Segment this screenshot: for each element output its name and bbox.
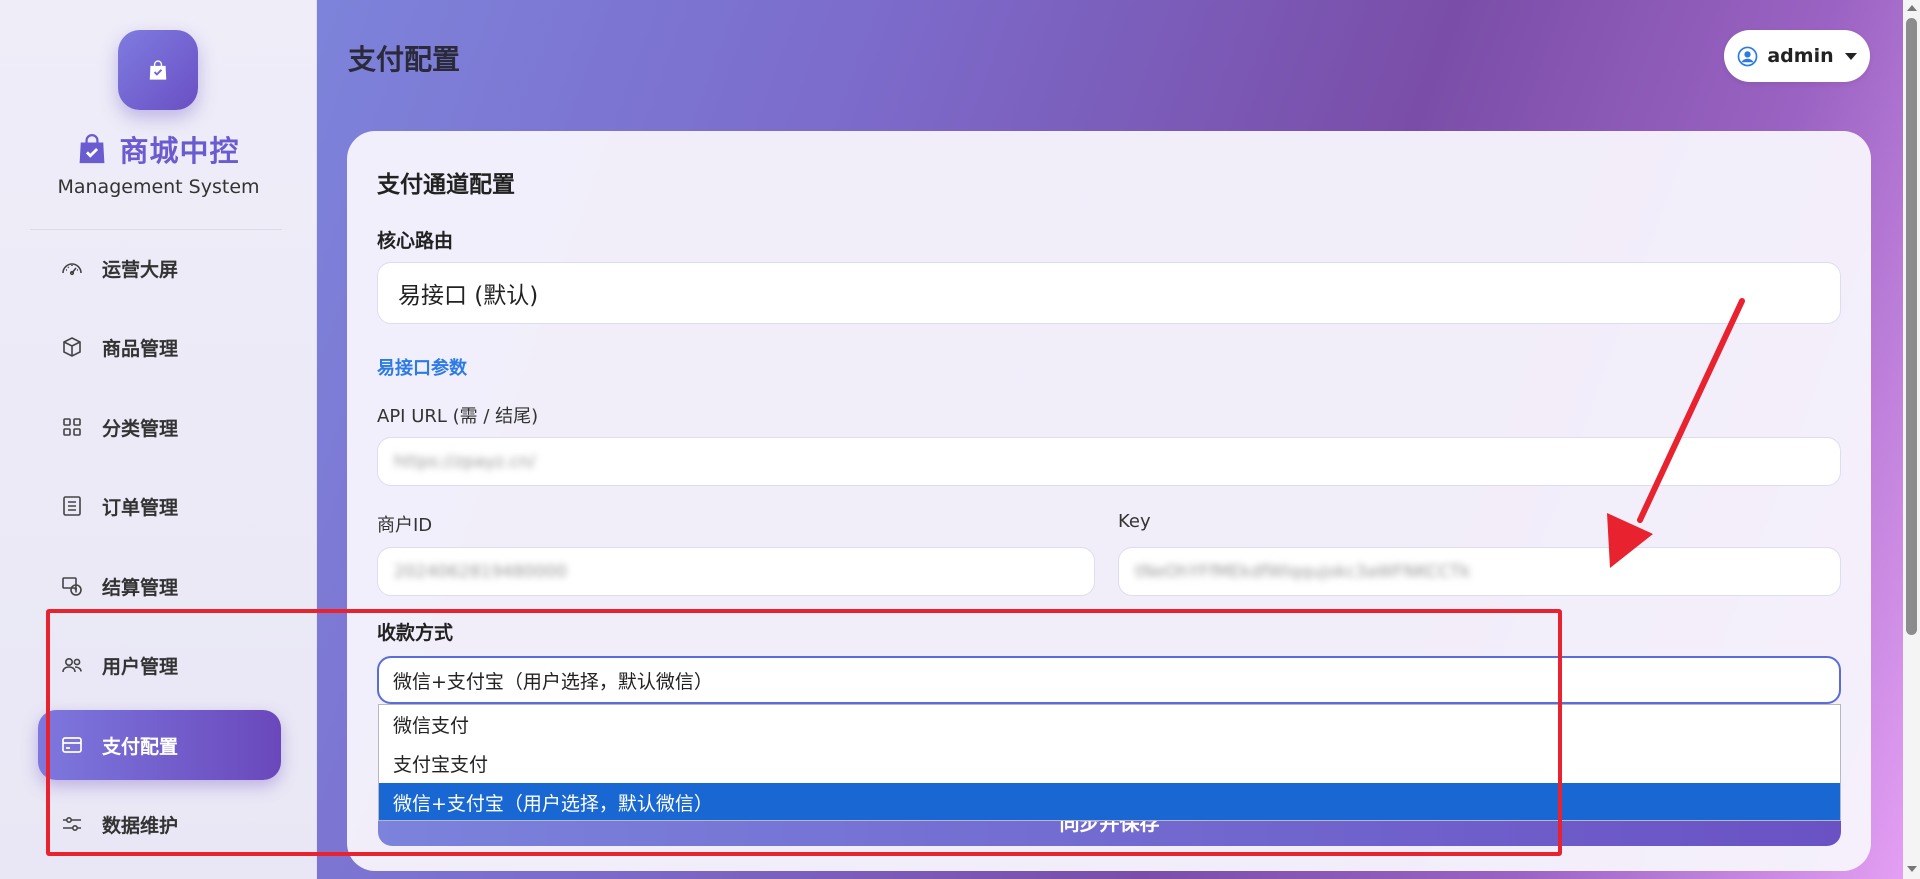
card-title: 支付通道配置 <box>377 172 515 198</box>
credit-card-icon <box>62 737 82 753</box>
sidebar-item-users[interactable]: 用户管理 <box>38 630 281 700</box>
option-wechat-pay[interactable]: 微信支付 <box>379 705 1840 744</box>
key-label: Key <box>1118 511 1151 532</box>
section-label-params: 易接口参数 <box>377 358 467 379</box>
merchant-id-input[interactable]: 2024062819480000 <box>377 547 1095 596</box>
list-icon <box>63 496 81 516</box>
user-menu-button[interactable]: admin <box>1724 30 1870 82</box>
speedometer-icon <box>62 263 82 276</box>
sidebar: 商城中控 Management System 运营大屏 商品管理 分类管理 订单… <box>0 0 317 879</box>
sidebar-item-label: 支付配置 <box>102 735 179 758</box>
grid-icon <box>63 418 81 436</box>
box-icon <box>63 337 81 357</box>
api-url-input[interactable]: https://zpayz.cn/ <box>377 437 1841 486</box>
payment-channel-card: 支付通道配置 核心路由 易接口 (默认) 易接口参数 API URL (需 / … <box>347 131 1871 871</box>
sidebar-item-label: 商品管理 <box>102 337 179 360</box>
payment-method-value: 微信+支付宝（用户选择，默认微信） <box>393 670 713 693</box>
sidebar-item-label: 用户管理 <box>102 655 179 678</box>
sidebar-divider <box>30 229 282 230</box>
sidebar-item-payment-config[interactable]: 支付配置 <box>38 710 281 780</box>
chevron-down-icon <box>1844 52 1857 60</box>
sidebar-item-orders[interactable]: 订单管理 <box>38 471 281 541</box>
sidebar-item-products[interactable]: 商品管理 <box>38 312 281 382</box>
sidebar-item-categories[interactable]: 分类管理 <box>38 392 281 462</box>
save-button-label: 同步并保存 <box>1059 821 1160 835</box>
user-circle-icon <box>1737 46 1758 66</box>
sidebar-item-label: 运营大屏 <box>102 258 179 281</box>
scroll-up-icon[interactable] <box>1907 5 1917 11</box>
brand: 商城中控 <box>0 128 317 170</box>
save-button[interactable]: 同步并保存 <box>378 821 1841 846</box>
sidebar-item-data-maintenance[interactable]: 数据维护 <box>38 789 281 859</box>
sidebar-item-label: 结算管理 <box>102 576 179 599</box>
main-content: 支付配置 admin 支付通道配置 核心路由 易接口 (默认) 易接口参数 AP… <box>317 0 1903 879</box>
api-url-value: https://zpayz.cn/ <box>394 451 536 472</box>
option-alipay[interactable]: 支付宝支付 <box>379 744 1840 783</box>
page-title: 支付配置 <box>348 43 461 76</box>
brand-subtitle: Management System <box>57 176 260 198</box>
sliders-icon <box>63 817 81 832</box>
payment-method-dropdown: 微信支付 支付宝支付 微信+支付宝（用户选择，默认微信） <box>378 704 1841 821</box>
bag-check-icon <box>80 134 105 164</box>
core-route-select[interactable]: 易接口 (默认) <box>377 262 1841 324</box>
key-input[interactable]: tNeOhYFfMEkdfWIqqujokc3aWFNKCCTk <box>1118 547 1841 596</box>
shopping-bag-icon <box>149 60 167 80</box>
option-wechat-alipay[interactable]: 微信+支付宝（用户选择，默认微信） <box>379 783 1840 820</box>
core-route-value: 易接口 (默认) <box>398 283 539 309</box>
sidebar-item-label: 数据维护 <box>102 814 179 837</box>
app-logo <box>118 30 198 110</box>
key-value: tNeOhYFfMEkdfWIqqujokc3aWFNKCCTk <box>1135 561 1471 582</box>
sidebar-item-label: 订单管理 <box>102 496 179 519</box>
brand-name: 商城中控 <box>119 134 240 168</box>
core-route-label: 核心路由 <box>377 230 454 252</box>
merchant-id-value: 2024062819480000 <box>394 561 568 582</box>
scroll-down-icon[interactable] <box>1907 866 1917 872</box>
people-icon <box>62 658 82 673</box>
payment-method-select[interactable]: 微信+支付宝（用户选择，默认微信） <box>377 656 1841 704</box>
sidebar-item-settlement[interactable]: 结算管理 <box>38 551 281 621</box>
scrollbar-thumb[interactable] <box>1906 18 1917 635</box>
user-name: admin <box>1767 45 1834 67</box>
payment-method-label: 收款方式 <box>377 622 454 644</box>
sidebar-item-dashboard[interactable]: 运营大屏 <box>38 233 281 303</box>
api-url-label: API URL (需 / 结尾) <box>377 406 539 427</box>
cash-icon <box>62 577 82 596</box>
sidebar-item-label: 分类管理 <box>102 417 179 440</box>
merchant-id-label: 商户ID <box>377 515 433 536</box>
